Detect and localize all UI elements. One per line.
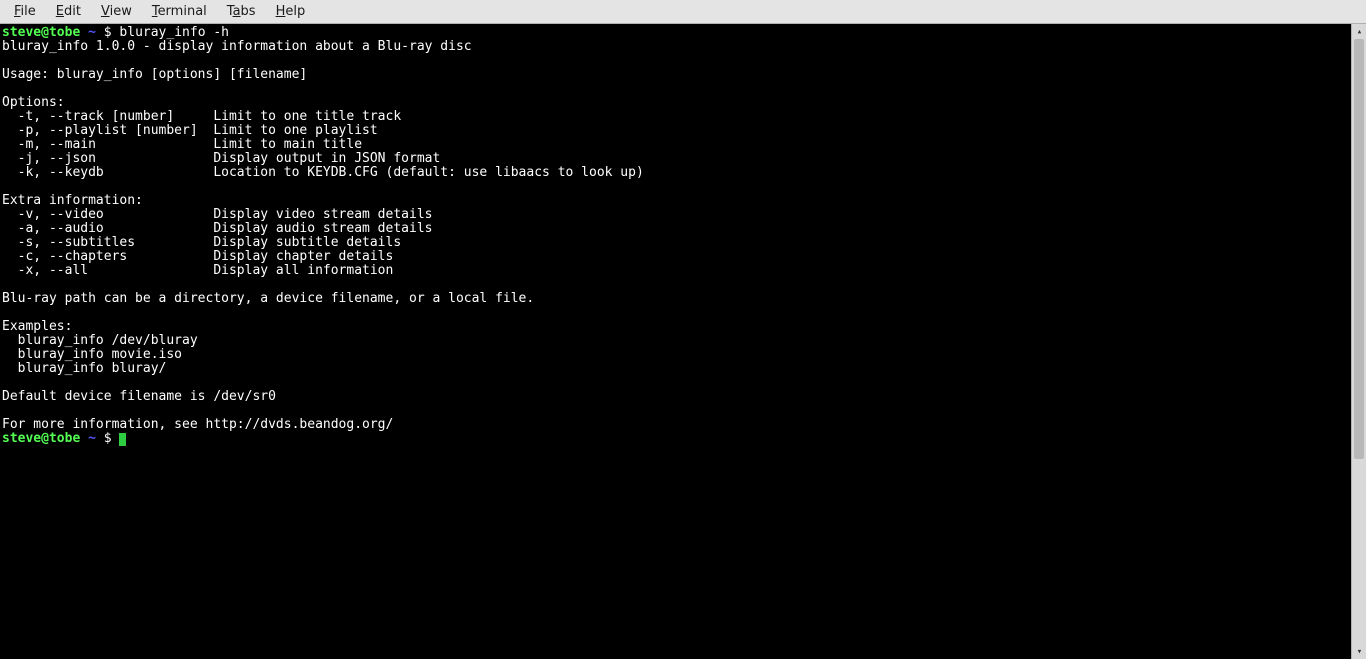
output-default-dev: Default device filename is /dev/sr0	[2, 389, 276, 404]
output-opt-t: -t, --track [number] Limit to one title …	[2, 109, 401, 124]
output-usage: Usage: bluray_info [options] [filename]	[2, 67, 307, 82]
prompt-path: ~	[88, 25, 96, 40]
terminal-container: steve@tobe ~ $ bluray_info -h bluray_inf…	[0, 24, 1366, 659]
terminal-output[interactable]: steve@tobe ~ $ bluray_info -h bluray_inf…	[0, 24, 1351, 659]
output-ex2: bluray_info movie.iso	[2, 347, 182, 362]
menu-file[interactable]: File	[4, 1, 46, 22]
scrollbar[interactable]: ▴ ▾	[1351, 24, 1366, 659]
menu-tabs-mn: a	[233, 4, 241, 19]
output-opt-s: -s, --subtitles Display subtitle details	[2, 235, 401, 250]
menu-terminal[interactable]: Terminal	[142, 1, 217, 22]
menu-help-mn: H	[276, 4, 286, 19]
scroll-up-icon[interactable]: ▴	[1352, 24, 1366, 39]
output-extra-header: Extra information:	[2, 193, 143, 208]
menu-terminal-mn: T	[152, 4, 158, 19]
menu-help[interactable]: Help	[266, 1, 316, 22]
prompt-user-host: steve@tobe	[2, 25, 80, 40]
output-title: bluray_info 1.0.0 - display information …	[2, 39, 472, 54]
scroll-thumb[interactable]	[1354, 39, 1364, 459]
output-path-note: Blu-ray path can be a directory, a devic…	[2, 291, 534, 306]
menu-view[interactable]: View	[91, 1, 142, 22]
output-opt-p: -p, --playlist [number] Limit to one pla…	[2, 123, 378, 138]
output-opt-m: -m, --main Limit to main title	[2, 137, 362, 152]
output-ex3: bluray_info bluray/	[2, 361, 166, 376]
menu-edit[interactable]: Edit	[46, 1, 91, 22]
menu-tabs[interactable]: Tabs	[217, 1, 266, 22]
output-opt-j: -j, --json Display output in JSON format	[2, 151, 440, 166]
command-line-1: bluray_info -h	[119, 25, 229, 40]
output-opt-x: -x, --all Display all information	[2, 263, 393, 278]
output-opt-a: -a, --audio Display audio stream details	[2, 221, 432, 236]
output-more-info: For more information, see http://dvds.be…	[2, 417, 393, 432]
output-opt-c: -c, --chapters Display chapter details	[2, 249, 393, 264]
output-examples-header: Examples:	[2, 319, 72, 334]
menu-file-mn: F	[14, 4, 21, 19]
menu-edit-mn: E	[56, 4, 64, 19]
output-ex1: bluray_info /dev/bluray	[2, 333, 198, 348]
prompt-user-host-2: steve@tobe	[2, 431, 80, 446]
prompt-path-2: ~	[88, 431, 96, 446]
output-opt-k: -k, --keydb Location to KEYDB.CFG (defau…	[2, 165, 644, 180]
prompt-symbol: $	[104, 25, 112, 40]
output-opt-v: -v, --video Display video stream details	[2, 207, 432, 222]
prompt-symbol-2: $	[104, 431, 112, 446]
output-options-header: Options:	[2, 95, 65, 110]
menubar: File Edit View Terminal Tabs Help	[0, 0, 1366, 24]
cursor-icon	[119, 433, 126, 446]
scroll-down-icon[interactable]: ▾	[1352, 644, 1366, 659]
menu-view-mn: V	[101, 4, 110, 19]
